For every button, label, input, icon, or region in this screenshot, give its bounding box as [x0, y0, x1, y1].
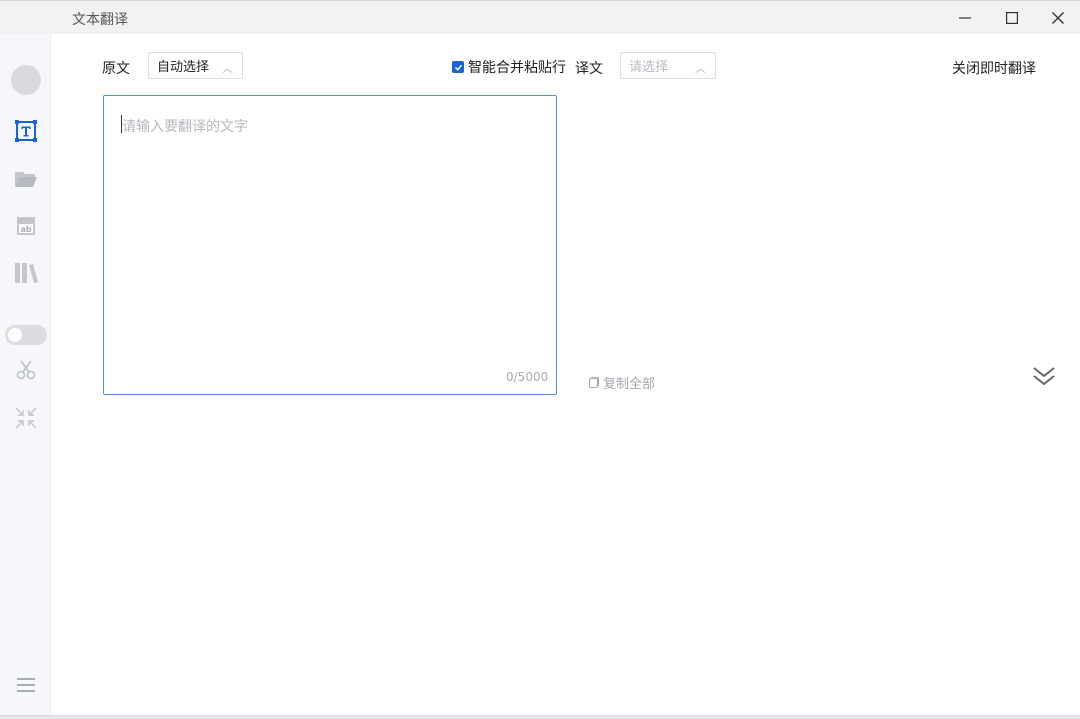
- maximize-button[interactable]: [989, 1, 1035, 35]
- window-title: 文本翻译: [72, 12, 128, 28]
- clipboard-toggle[interactable]: [4, 325, 47, 345]
- sidebar: ab: [0, 34, 51, 719]
- shrink-icon: [15, 407, 36, 429]
- source-language-select[interactable]: 自动选择 ︿: [148, 52, 243, 79]
- sidebar-item-folder[interactable]: [0, 159, 51, 199]
- sidebar-item-toggle[interactable]: [0, 315, 51, 355]
- target-language-select[interactable]: 请选择 ︿: [620, 52, 716, 79]
- sidebar-item-text-translate[interactable]: [0, 111, 51, 151]
- minimize-button[interactable]: [942, 1, 988, 35]
- svg-text:ab: ab: [20, 225, 31, 234]
- copy-all-button[interactable]: 复制全部: [588, 373, 655, 392]
- minimize-icon: [959, 17, 971, 19]
- checkbox-checked-icon: [452, 61, 464, 73]
- text-cursor: [121, 115, 122, 133]
- scissors-icon: [16, 360, 35, 380]
- library-icon: [14, 263, 38, 283]
- target-language-placeholder: 请选择: [629, 60, 669, 75]
- smart-merge-label: 智能合并粘贴行: [468, 60, 566, 76]
- source-language-label: 原文: [102, 61, 130, 77]
- window-bottom-border: [0, 715, 1080, 719]
- sidebar-item-shrink[interactable]: [0, 398, 51, 438]
- target-language-label: 译文: [575, 61, 603, 77]
- menu-icon: [16, 678, 35, 692]
- source-text-editor: [103, 95, 557, 395]
- sidebar-item-document-translate[interactable]: ab: [0, 206, 51, 246]
- close-instant-translate-button[interactable]: 关闭即时翻译: [952, 58, 1036, 78]
- maximize-icon: [1006, 12, 1018, 24]
- title-bar: 文本翻译: [0, 0, 1080, 34]
- copy-icon: [589, 376, 599, 388]
- close-button[interactable]: [1035, 1, 1080, 35]
- chevron-up-icon: ︿: [222, 62, 233, 75]
- sidebar-item-library[interactable]: [0, 253, 51, 293]
- folder-icon: [14, 172, 37, 187]
- expand-result-button[interactable]: [1030, 362, 1058, 390]
- close-icon: [1052, 12, 1064, 24]
- document-translate-icon: ab: [16, 217, 35, 235]
- chevron-up-icon: ︿: [695, 62, 706, 75]
- toggle-knob: [7, 328, 22, 342]
- sidebar-item-menu[interactable]: [0, 665, 51, 705]
- copy-all-label: 复制全部: [603, 377, 656, 392]
- character-counter: 0/5000: [506, 370, 549, 384]
- source-language-value: 自动选择: [157, 60, 210, 75]
- source-text-input[interactable]: [104, 96, 556, 394]
- avatar: [10, 65, 41, 95]
- sidebar-item-scissors[interactable]: [0, 350, 51, 390]
- smart-merge-checkbox[interactable]: 智能合并粘贴行: [452, 57, 566, 77]
- double-chevron-down-icon: [1033, 367, 1055, 386]
- text-translate-icon: [14, 120, 37, 142]
- sidebar-item-avatar[interactable]: [0, 60, 51, 100]
